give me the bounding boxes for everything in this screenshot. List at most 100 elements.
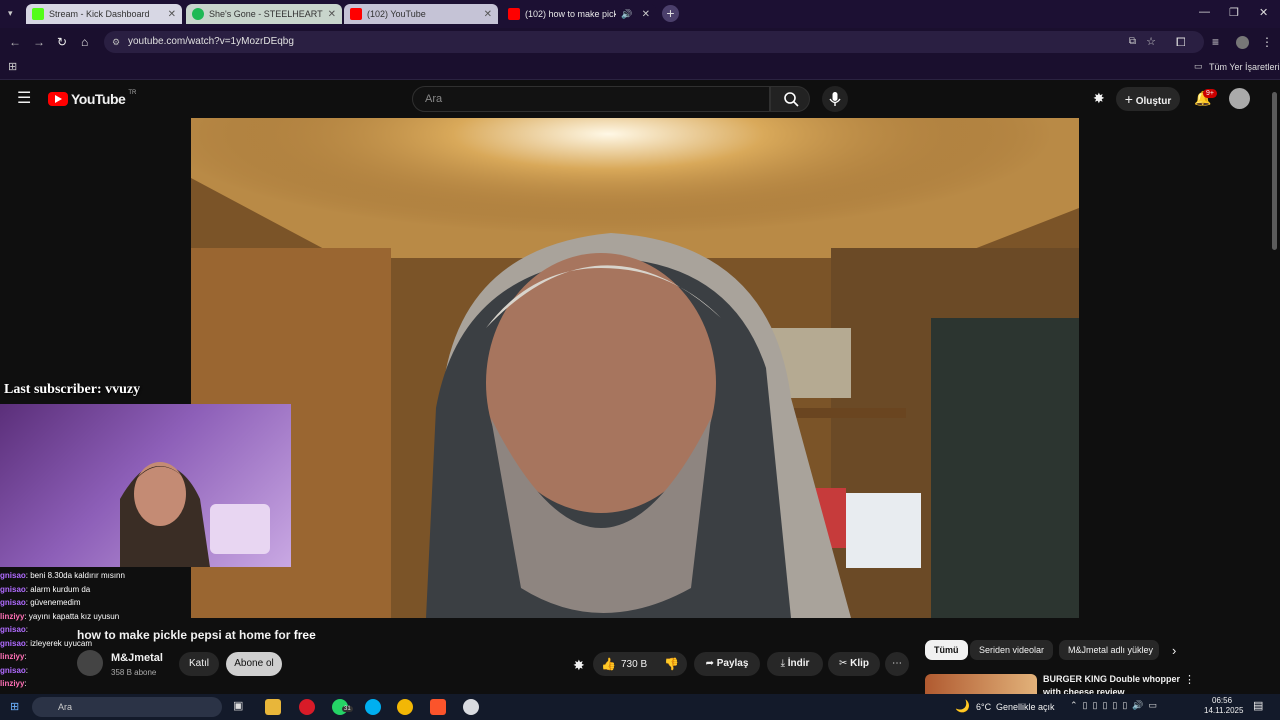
- create-button[interactable]: + Oluştur: [1116, 87, 1180, 111]
- microphone-icon: [829, 92, 841, 106]
- tab-steelheart[interactable]: She's Gone - STEELHEART ✕: [186, 4, 342, 24]
- file-explorer-icon[interactable]: [265, 699, 281, 715]
- last-subscriber-text: Last subscriber: vvuzy: [4, 382, 141, 397]
- clock-date[interactable]: 14.11.2025: [1204, 706, 1243, 715]
- media-control-icon[interactable]: ≡: [1212, 35, 1219, 49]
- weather-desc: Genellikle açık: [996, 702, 1055, 712]
- like-count: 730 B: [621, 659, 648, 670]
- search-label: Ara: [58, 702, 73, 712]
- video-player[interactable]: [191, 118, 1079, 618]
- tray-icons[interactable]: ⌃▯▯▯▯▯🔊▭: [1070, 700, 1162, 711]
- page-scrollbar[interactable]: [1272, 92, 1277, 250]
- chips-next-chevron-icon[interactable]: ›: [1172, 643, 1176, 658]
- restore-icon[interactable]: ❐: [1229, 6, 1239, 19]
- close-tab-icon[interactable]: ✕: [328, 9, 336, 20]
- new-tab-button[interactable]: +: [662, 5, 679, 22]
- webcam-frame: [120, 462, 270, 567]
- subscriber-count: 358 B abone: [111, 668, 157, 677]
- youtube-logo[interactable]: YouTube TR: [48, 90, 137, 107]
- tab-label: (102) how to make pickle p: [525, 9, 617, 19]
- home-icon[interactable]: ⌂: [81, 35, 88, 49]
- chat-username: gnisao: [0, 598, 26, 607]
- tab-kick-dashboard[interactable]: Stream - Kick Dashboard ✕: [26, 4, 182, 24]
- clip-button[interactable]: ✂ Klip: [828, 652, 880, 676]
- recommendation-menu-icon[interactable]: ⋮: [1184, 673, 1195, 686]
- chat-message: gnisao: alarm kurdum da: [0, 583, 230, 597]
- close-window-icon[interactable]: ✕: [1259, 6, 1268, 19]
- download-button[interactable]: ⤓ İndir: [767, 652, 823, 676]
- recommendation-title[interactable]: BURGER KING Double whopper: [1043, 674, 1180, 684]
- logo-text: YouTube: [71, 91, 126, 107]
- channel-name[interactable]: M&Jmetal: [111, 652, 163, 664]
- steam-like-icon[interactable]: [463, 699, 479, 715]
- channel-avatar[interactable]: [77, 650, 103, 676]
- address-bar[interactable]: ⚙ youtube.com/watch?v=1yMozrDEqbg ⧉ ☆: [104, 31, 1204, 53]
- apps-grid-icon[interactable]: ⊞: [8, 60, 17, 73]
- taskbar-search[interactable]: Ara: [32, 697, 222, 717]
- ai-sparkle-icon[interactable]: ✸: [1093, 90, 1105, 107]
- share-icon: ➦: [705, 658, 714, 669]
- back-icon[interactable]: ←: [9, 35, 21, 49]
- forward-icon[interactable]: →: [33, 35, 45, 49]
- download-icon: ⤓: [780, 658, 785, 669]
- create-label: Oluştur: [1135, 96, 1172, 107]
- close-tab-icon[interactable]: ✕: [484, 9, 492, 20]
- chat-message: gnisao: beni 8.30da kaldırır mısınn: [0, 569, 230, 583]
- subscribe-button[interactable]: Abone ol: [226, 652, 282, 676]
- chip-series[interactable]: Seriden videolar: [970, 640, 1054, 660]
- weather-temp: 6°C: [976, 702, 992, 712]
- notifications-badge: 9+: [1203, 89, 1217, 98]
- dislike-button[interactable]: 👎: [664, 657, 679, 671]
- voice-search-button[interactable]: [822, 86, 848, 112]
- tab-label: (102) YouTube: [367, 9, 426, 19]
- whatsapp-badge: 31: [342, 706, 353, 712]
- more-actions-button[interactable]: ⋯: [885, 652, 909, 676]
- chip-channel-uploads[interactable]: M&Jmetal adlı yükley: [1059, 640, 1159, 660]
- music-icon: [192, 8, 204, 20]
- site-info-icon[interactable]: ⚙: [112, 31, 120, 53]
- chip-all[interactable]: Tümü: [925, 640, 968, 660]
- skype-icon[interactable]: [365, 699, 381, 715]
- chat-message: gnisao: güvenemedim: [0, 596, 230, 610]
- minimize-icon[interactable]: —: [1199, 6, 1210, 18]
- reload-icon[interactable]: ↻: [57, 35, 67, 49]
- plus-icon: +: [1124, 91, 1133, 107]
- account-avatar[interactable]: [1229, 88, 1250, 109]
- ai-sparkle-icon[interactable]: ✸: [573, 657, 585, 674]
- share-button[interactable]: ➦ Paylaş: [694, 652, 760, 676]
- menu-icon[interactable]: ☰: [17, 91, 31, 107]
- chrome-icon[interactable]: [397, 699, 413, 715]
- logo-region: TR: [128, 90, 137, 96]
- close-tab-icon[interactable]: ✕: [642, 9, 650, 20]
- video-details: how to make pickle pepsi at home for fre…: [0, 618, 1280, 697]
- opera-icon[interactable]: [299, 699, 315, 715]
- speaker-icon[interactable]: 🔊: [621, 9, 632, 20]
- search-button[interactable]: [770, 86, 810, 112]
- notifications-center-icon[interactable]: ▤: [1253, 699, 1263, 712]
- browser-tab-bar: ▾ Stream - Kick Dashboard ✕ She's Gone -…: [0, 0, 1280, 28]
- download-label: İndir: [787, 658, 810, 669]
- video-title-emphasis: free: [293, 628, 316, 642]
- recommendation-thumbnail[interactable]: [925, 674, 1037, 694]
- brave-icon[interactable]: [430, 699, 446, 715]
- chat-username: gnisao: [0, 571, 26, 580]
- youtube-header: ☰ YouTube TR Ara ✸ + Oluştur 🔔 9+: [0, 80, 1280, 118]
- task-view-icon[interactable]: ▣: [233, 699, 243, 712]
- weather-icon[interactable]: 🌙: [955, 699, 970, 713]
- browser-menu-icon[interactable]: ⋮: [1261, 35, 1273, 49]
- search-input[interactable]: Ara: [412, 86, 770, 112]
- close-tab-icon[interactable]: ✕: [168, 9, 176, 20]
- extensions-icon[interactable]: ⧠: [1176, 35, 1186, 50]
- start-icon[interactable]: ⊞: [10, 700, 19, 713]
- all-bookmarks-link[interactable]: Tüm Yer İşaretleri: [1209, 62, 1280, 72]
- tab-pickle-video[interactable]: (102) how to make pickle p 🔊 ✕: [502, 4, 656, 24]
- chat-username: gnisao: [0, 584, 26, 594]
- install-app-icon[interactable]: ⧉: [1129, 31, 1136, 53]
- join-button[interactable]: Katıl: [179, 652, 219, 676]
- tab-list-chevron-icon[interactable]: ▾: [8, 8, 13, 19]
- bookmark-star-icon[interactable]: ☆: [1146, 31, 1156, 53]
- clock-time[interactable]: 06:56: [1212, 696, 1232, 705]
- tab-youtube[interactable]: (102) YouTube ✕: [344, 4, 498, 24]
- like-button[interactable]: 👍: [601, 657, 616, 671]
- profile-avatar[interactable]: [1236, 36, 1249, 49]
